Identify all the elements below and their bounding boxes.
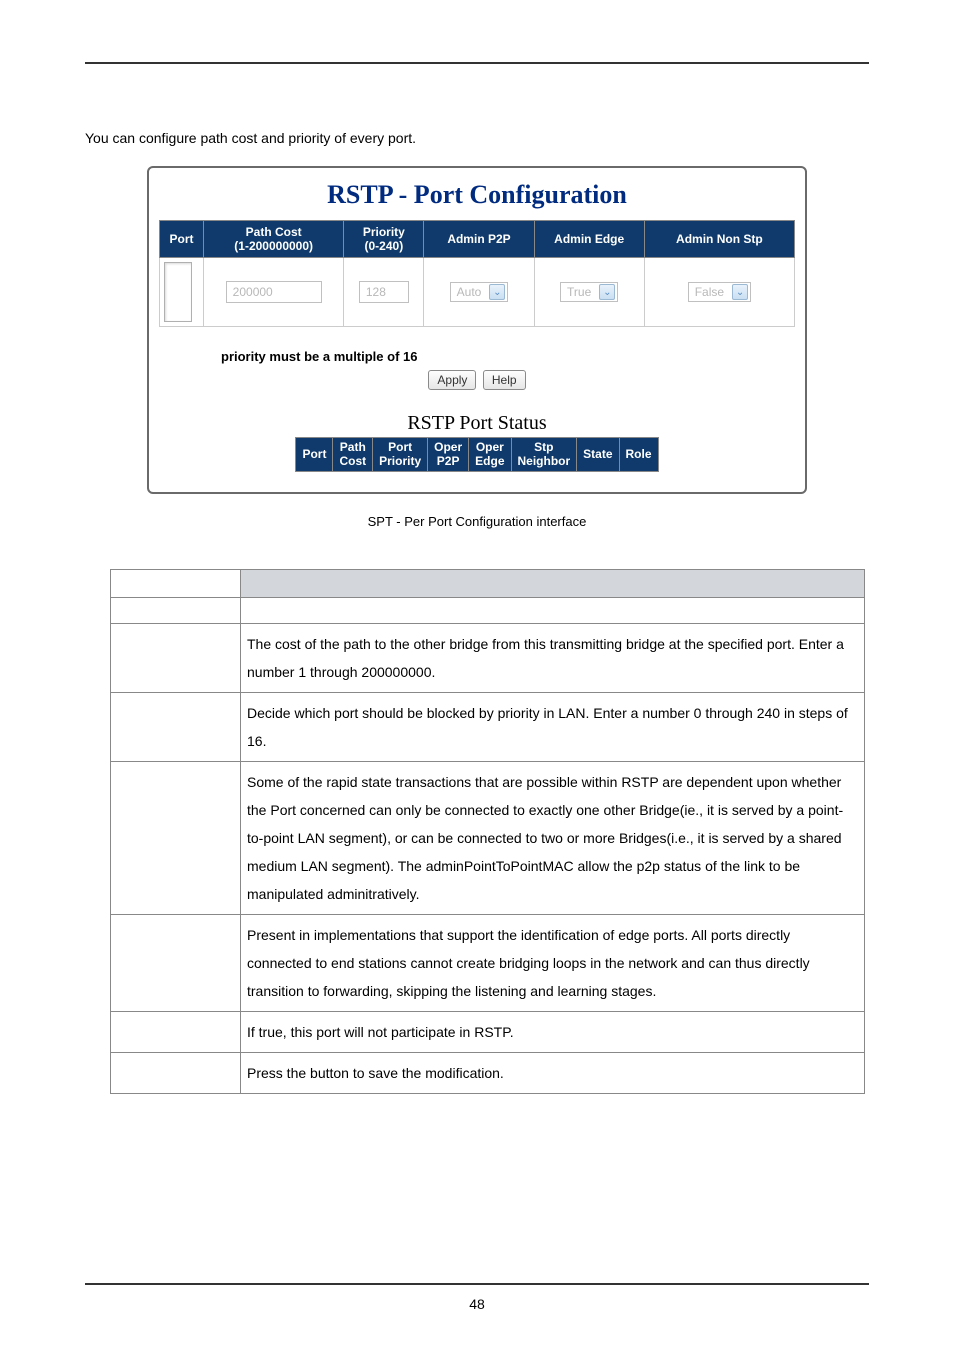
page-top-rule	[85, 62, 869, 64]
desc-label	[111, 692, 241, 761]
col-path-cost: Path Cost (1-200000000)	[204, 221, 344, 258]
chevron-down-icon: ⌄	[489, 284, 505, 300]
status-col-state: State	[577, 438, 619, 472]
table-row: If true, this port will not participate …	[111, 1011, 865, 1052]
desc-label	[111, 914, 241, 1011]
apply-button[interactable]: Apply	[428, 370, 476, 390]
desc-text: Some of the rapid state transactions tha…	[241, 761, 865, 914]
table-row: Decide which port should be blocked by p…	[111, 692, 865, 761]
priority-input[interactable]: 128	[359, 281, 409, 303]
button-row: Apply Help	[159, 370, 795, 390]
col-admin-non-stp: Admin Non Stp	[644, 221, 794, 258]
page-bottom-rule	[85, 1283, 869, 1285]
port-listbox-cell[interactable]	[160, 258, 204, 327]
status-col-oper-edge: OperEdge	[469, 438, 511, 472]
screenshot-title: RSTP - Port Configuration	[159, 180, 795, 210]
status-col-port: Port	[296, 438, 333, 472]
status-col-port-priority: PortPriority	[373, 438, 428, 472]
desc-text: The cost of the path to the other bridge…	[241, 623, 865, 692]
table-row: Present in implementations that support …	[111, 914, 865, 1011]
desc-text: Present in implementations that support …	[241, 914, 865, 1011]
priority-note: priority must be a multiple of 16	[159, 349, 795, 364]
col-admin-p2p: Admin P2P	[424, 221, 534, 258]
desc-text: Decide which port should be blocked by p…	[241, 692, 865, 761]
status-header-table: Port PathCost PortPriority OperP2P OperE…	[295, 437, 658, 472]
desc-header-object	[111, 569, 241, 597]
desc-text: If true, this port will not participate …	[241, 1011, 865, 1052]
page-content: You can configure path cost and priority…	[85, 130, 869, 1265]
admin-p2p-select[interactable]: Auto ⌄	[450, 282, 509, 302]
figure-caption: SPT - Per Port Configuration interface	[85, 514, 869, 529]
desc-label	[111, 1011, 241, 1052]
config-header-table: Port Path Cost (1-200000000) Priority (0…	[159, 220, 795, 327]
rstp-config-screenshot: RSTP - Port Configuration Port Path Cost…	[147, 166, 807, 494]
status-col-role: Role	[619, 438, 658, 472]
desc-label	[111, 623, 241, 692]
page-number: 48	[0, 1296, 954, 1312]
description-table: The cost of the path to the other bridge…	[110, 569, 865, 1094]
status-col-oper-p2p: OperP2P	[428, 438, 469, 472]
path-cost-input[interactable]: 200000	[226, 281, 322, 303]
help-button[interactable]: Help	[483, 370, 526, 390]
admin-edge-select[interactable]: True ⌄	[560, 282, 618, 302]
status-col-path-cost: PathCost	[333, 438, 373, 472]
desc-label	[111, 1052, 241, 1093]
table-row: Press the button to save the modificatio…	[111, 1052, 865, 1093]
chevron-down-icon: ⌄	[599, 284, 615, 300]
intro-text: You can configure path cost and priority…	[85, 130, 869, 146]
table-row: The cost of the path to the other bridge…	[111, 623, 865, 692]
status-col-stp-neighbor: StpNeighbor	[511, 438, 577, 472]
desc-header-description	[241, 569, 865, 597]
desc-text: Press the button to save the modificatio…	[241, 1052, 865, 1093]
admin-non-stp-select[interactable]: False ⌄	[688, 282, 751, 302]
status-title: RSTP Port Status	[159, 412, 795, 435]
col-admin-edge: Admin Edge	[534, 221, 644, 258]
col-port: Port	[160, 221, 204, 258]
col-priority: Priority (0-240)	[344, 221, 424, 258]
table-row: Some of the rapid state transactions tha…	[111, 761, 865, 914]
chevron-down-icon: ⌄	[732, 284, 748, 300]
desc-label	[111, 761, 241, 914]
